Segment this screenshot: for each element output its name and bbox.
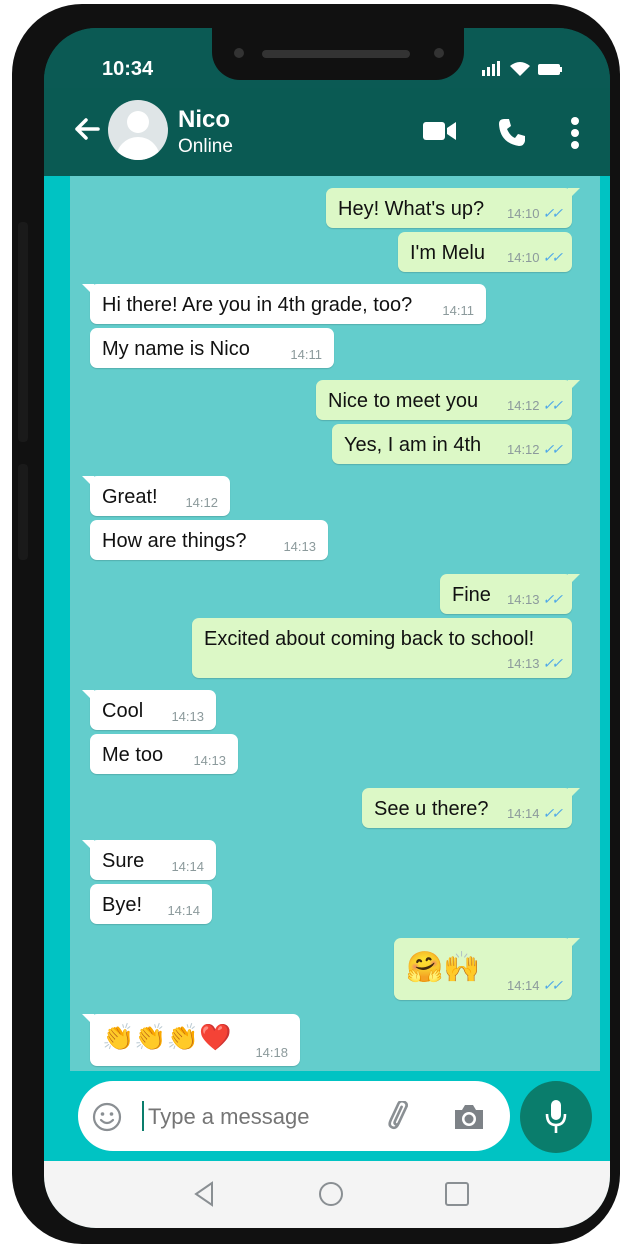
message-time: 14:14 bbox=[506, 978, 540, 993]
sensor-icon bbox=[434, 48, 444, 58]
message-emoji: 🤗🙌 bbox=[406, 951, 481, 984]
phone-icon[interactable] bbox=[496, 116, 528, 153]
message-time: 14:14 bbox=[171, 859, 204, 874]
camera-icon[interactable] bbox=[452, 1103, 486, 1131]
status-icons bbox=[480, 58, 566, 83]
nav-recents-icon[interactable] bbox=[444, 1181, 470, 1207]
message-bubble-in[interactable]: Sure 14:14 bbox=[82, 840, 216, 880]
system-nav-bar bbox=[44, 1161, 610, 1228]
message-text: Great! bbox=[102, 486, 158, 508]
message-bubble-out[interactable]: Hey! What's up? 14:10 ✓✓ bbox=[326, 188, 580, 228]
message-time: 14:13 bbox=[283, 539, 316, 554]
nav-home-icon[interactable] bbox=[318, 1181, 344, 1207]
double-check-icon: ✓✓ bbox=[542, 805, 564, 821]
microphone-icon bbox=[545, 1100, 567, 1133]
message-time: 14:12 bbox=[185, 495, 218, 510]
double-check-icon: ✓✓ bbox=[542, 205, 564, 221]
message-bubble-in[interactable]: Me too 14:13 bbox=[90, 734, 238, 774]
phone-frame: 10:34 Nico Online Hey! What's up? 14:10 … bbox=[12, 4, 620, 1244]
message-input[interactable] bbox=[146, 1097, 370, 1137]
emoji-icon[interactable] bbox=[92, 1102, 122, 1132]
message-bubble-in[interactable]: Great! 14:12 bbox=[82, 476, 230, 516]
message-text: Bye! bbox=[102, 894, 143, 916]
avatar[interactable] bbox=[108, 100, 168, 160]
message-text: Fine bbox=[452, 584, 491, 606]
message-text: Nice to meet you bbox=[328, 390, 479, 412]
volume-button bbox=[18, 222, 28, 442]
contact-status: Online bbox=[178, 136, 233, 157]
front-camera-icon bbox=[234, 48, 244, 58]
message-input-bar[interactable] bbox=[78, 1081, 510, 1151]
message-time: 14:10 bbox=[506, 206, 540, 221]
message-bubble-out[interactable]: Yes, I am in 4th 14:12 ✓✓ bbox=[332, 424, 572, 464]
more-vertical-icon[interactable] bbox=[570, 116, 580, 155]
phone-screen: 10:34 Nico Online Hey! What's up? 14:10 … bbox=[44, 28, 610, 1228]
arrow-left-icon[interactable] bbox=[72, 114, 102, 150]
message-bubble-in[interactable]: My name is Nico 14:11 bbox=[90, 328, 334, 368]
message-time: 14:14 bbox=[506, 806, 540, 821]
microphone-button[interactable] bbox=[520, 1081, 592, 1153]
message-text: Yes, I am in 4th bbox=[344, 434, 482, 456]
message-text: My name is Nico bbox=[102, 338, 250, 360]
message-time: 14:11 bbox=[442, 303, 474, 318]
message-time: 14:10 bbox=[506, 250, 540, 265]
message-time: 14:18 bbox=[255, 1045, 288, 1060]
message-bubble-in[interactable]: Cool 14:13 bbox=[82, 690, 216, 730]
status-bar: 10:34 bbox=[44, 28, 610, 94]
message-bubble-in[interactable]: 👏👏👏❤️ 14:18 bbox=[82, 1014, 300, 1066]
status-time: 10:34 bbox=[102, 58, 154, 80]
message-text: See u there? bbox=[374, 798, 489, 820]
message-bubble-out[interactable]: Fine 14:13 ✓✓ bbox=[440, 574, 580, 614]
message-text: Sure bbox=[102, 850, 145, 872]
message-time: 14:13 bbox=[171, 709, 204, 724]
message-time: 14:11 bbox=[290, 347, 322, 362]
message-time: 14:12 bbox=[506, 442, 540, 457]
message-text: Hey! What's up? bbox=[338, 198, 485, 220]
speaker-grille bbox=[262, 50, 410, 58]
message-time: 14:13 bbox=[506, 592, 540, 607]
message-bubble-out[interactable]: I'm Melu 14:10 ✓✓ bbox=[398, 232, 572, 272]
message-text: How are things? bbox=[102, 530, 247, 552]
double-check-icon: ✓✓ bbox=[542, 977, 564, 993]
paperclip-icon[interactable] bbox=[384, 1101, 418, 1133]
double-check-icon: ✓✓ bbox=[542, 441, 564, 457]
double-check-icon: ✓✓ bbox=[542, 397, 564, 413]
composer-area bbox=[44, 1071, 610, 1161]
chat-header: Nico Online bbox=[44, 88, 610, 180]
message-text: Excited about coming back to school! bbox=[204, 628, 535, 650]
double-check-icon: ✓✓ bbox=[542, 249, 564, 265]
message-time: 14:14 bbox=[167, 903, 200, 918]
message-bubble-out[interactable]: Excited about coming back to school! 14:… bbox=[192, 618, 572, 678]
text-cursor bbox=[142, 1101, 144, 1131]
double-check-icon: ✓✓ bbox=[542, 591, 564, 607]
message-time: 14:13 bbox=[193, 753, 226, 768]
signal-wifi-battery-icon bbox=[482, 61, 562, 76]
contact-name[interactable]: Nico bbox=[178, 106, 230, 134]
message-bubble-out[interactable]: Nice to meet you 14:12 ✓✓ bbox=[316, 380, 580, 420]
chat-area: Hey! What's up? 14:10 ✓✓ I'm Melu 14:10 ✓✓… bbox=[44, 176, 610, 1071]
message-list[interactable]: Hey! What's up? 14:10 ✓✓ I'm Melu 14:10 ✓✓… bbox=[70, 176, 600, 1071]
notch bbox=[212, 28, 464, 80]
message-text: Me too bbox=[102, 744, 164, 766]
message-bubble-in[interactable]: Bye! 14:14 bbox=[90, 884, 212, 924]
power-button bbox=[18, 464, 28, 560]
message-emoji: 👏👏👏❤️ bbox=[102, 1022, 232, 1052]
message-bubble-out[interactable]: 🤗🙌 14:14 ✓✓ bbox=[394, 938, 580, 1000]
video-camera-icon[interactable] bbox=[422, 116, 458, 151]
message-time: 14:13 bbox=[506, 656, 540, 671]
nav-back-icon[interactable] bbox=[192, 1181, 216, 1207]
message-text: Hi there! Are you in 4th grade, too? bbox=[102, 294, 413, 316]
message-bubble-in[interactable]: How are things? 14:13 bbox=[90, 520, 328, 560]
message-text: I'm Melu bbox=[410, 242, 485, 264]
message-bubble-in[interactable]: Hi there! Are you in 4th grade, too? 14:… bbox=[82, 284, 486, 324]
double-check-icon: ✓✓ bbox=[542, 655, 564, 671]
message-time: 14:12 bbox=[506, 398, 540, 413]
message-text: Cool bbox=[102, 700, 144, 722]
message-bubble-out[interactable]: See u there? 14:14 ✓✓ bbox=[362, 788, 580, 828]
